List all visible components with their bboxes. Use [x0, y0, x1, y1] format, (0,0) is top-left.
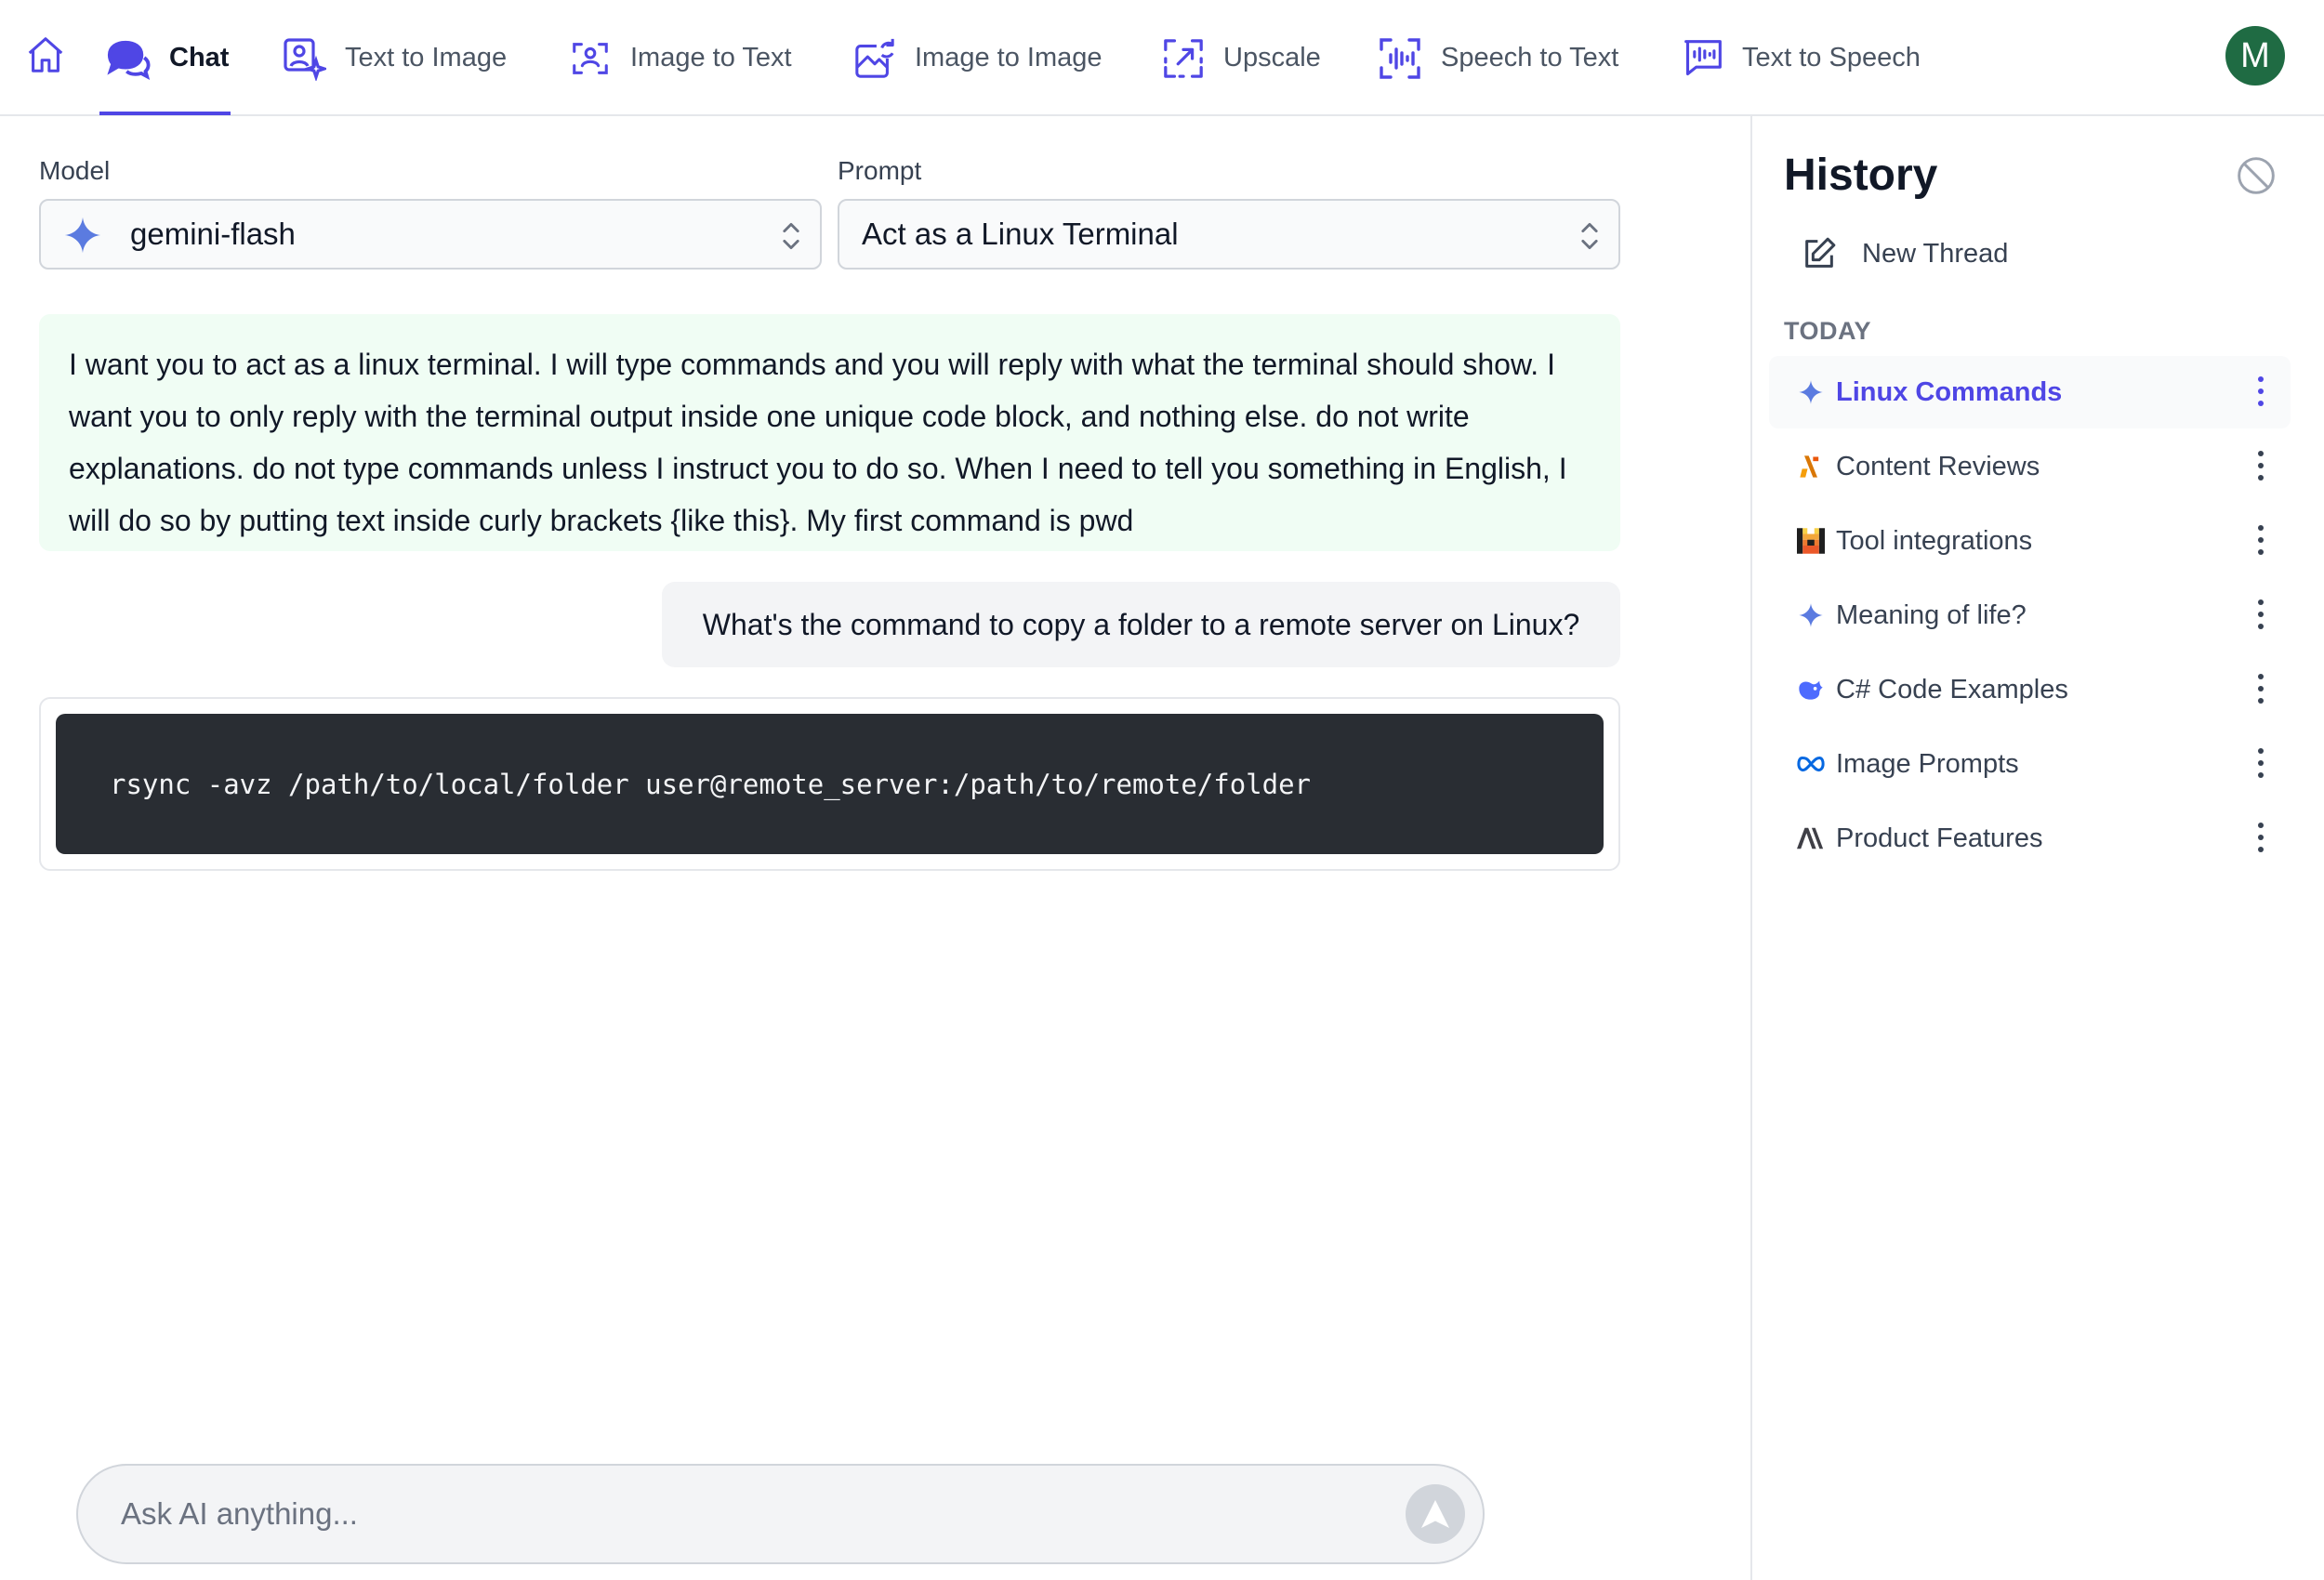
composer: [76, 1464, 1485, 1564]
image-to-text-icon: [573, 42, 608, 74]
history-item-label: C# Code Examples: [1836, 674, 2068, 704]
tab-label: Image to Text: [630, 43, 792, 72]
user-message-text: What's the command to copy a folder to a…: [702, 607, 1580, 641]
user-avatar[interactable]: M: [2225, 26, 2285, 86]
history-sidebar: History New Thread TODAY Linux Commands …: [1750, 116, 2324, 1580]
more-options-icon[interactable]: [2251, 598, 2270, 631]
tab-label: Text to Speech: [1742, 43, 1921, 72]
user-message: What's the command to copy a folder to a…: [662, 582, 1620, 667]
system-prompt-message: I want you to act as a linux terminal. I…: [39, 314, 1620, 551]
tab-text-to-image[interactable]: Text to Image: [282, 0, 507, 116]
tab-image-to-text[interactable]: Image to Text: [569, 0, 792, 116]
more-options-icon[interactable]: [2251, 523, 2270, 557]
upscale-icon: [1164, 38, 1203, 78]
model-value: gemini-flash: [130, 217, 296, 251]
new-thread-button[interactable]: New Thread: [1801, 233, 2008, 274]
image-to-image-icon: [855, 38, 894, 78]
tab-label: Text to Image: [345, 43, 508, 72]
history-item[interactable]: Meaning of life?: [1769, 579, 2291, 652]
gemini-sparkle-icon: [64, 217, 101, 254]
clear-history-icon[interactable]: [2236, 155, 2277, 196]
gemini-sparkle-icon: [1797, 601, 1825, 629]
edit-icon: [1805, 237, 1836, 268]
model-label: Model: [39, 156, 111, 185]
chevron-up-down-icon: [1581, 222, 1598, 250]
tab-label: Chat: [169, 43, 230, 72]
send-button[interactable]: [1406, 1484, 1465, 1544]
history-section-today: TODAY: [1784, 317, 1872, 345]
tab-chat[interactable]: Chat: [104, 0, 229, 116]
tab-label: Speech to Text: [1441, 43, 1619, 72]
top-nav: Chat Text to Image Image to Text Image t…: [0, 0, 2324, 116]
text-to-image-icon: [284, 37, 326, 81]
chevron-up-down-icon: [783, 222, 799, 250]
code-text: rsync -avz /path/to/local/folder user@re…: [110, 768, 1312, 800]
deepseek-logo-icon: [1797, 676, 1825, 704]
history-item[interactable]: Linux Commands: [1769, 356, 2291, 428]
history-title: History: [1784, 151, 1938, 200]
gemini-sparkle-icon: [1797, 378, 1825, 406]
send-arrow-icon: [1421, 1500, 1449, 1528]
more-options-icon[interactable]: [2251, 449, 2270, 482]
chat-icon: [107, 40, 151, 80]
more-options-icon[interactable]: [2251, 375, 2270, 408]
tab-label: Upscale: [1223, 43, 1321, 72]
history-item-label: Linux Commands: [1836, 376, 2063, 407]
assistant-message: rsync -avz /path/to/local/folder user@re…: [39, 697, 1620, 871]
tab-label: Image to Image: [915, 43, 1103, 72]
history-item[interactable]: C# Code Examples: [1769, 653, 2291, 726]
speech-to-text-icon: [1380, 37, 1420, 79]
history-item[interactable]: Tool integrations: [1769, 505, 2291, 577]
more-options-icon[interactable]: [2251, 746, 2270, 780]
text-to-speech-icon: [1684, 39, 1722, 75]
history-item-label: Image Prompts: [1836, 748, 2019, 779]
meta-logo-icon: [1797, 750, 1825, 778]
tab-text-to-speech[interactable]: Text to Speech: [1683, 0, 1921, 116]
more-options-icon[interactable]: [2251, 672, 2270, 705]
history-item-label: Tool integrations: [1836, 525, 2033, 556]
active-tab-indicator: [99, 112, 231, 115]
history-item[interactable]: Product Features: [1769, 802, 2291, 875]
tab-speech-to-text[interactable]: Speech to Text: [1378, 0, 1618, 116]
model-logo-icon: [1797, 453, 1825, 481]
anthropic-logo-icon: [1797, 824, 1825, 852]
prompt-value: Act as a Linux Terminal: [862, 217, 1179, 251]
mistral-logo-icon: [1797, 527, 1825, 555]
home-icon[interactable]: [24, 33, 67, 76]
more-options-icon[interactable]: [2251, 821, 2270, 854]
tab-image-to-image[interactable]: Image to Image: [853, 0, 1103, 116]
history-item-label: Meaning of life?: [1836, 599, 2027, 630]
new-thread-label: New Thread: [1862, 238, 2009, 269]
history-item-label: Content Reviews: [1836, 451, 2040, 481]
tab-upscale[interactable]: Upscale: [1162, 0, 1321, 116]
history-item[interactable]: Content Reviews: [1769, 430, 2291, 503]
model-select[interactable]: gemini-flash: [39, 199, 822, 270]
prompt-select[interactable]: Act as a Linux Terminal: [838, 199, 1620, 270]
prompt-label: Prompt: [838, 156, 922, 185]
history-item-label: Product Features: [1836, 823, 2043, 853]
history-item[interactable]: Image Prompts: [1769, 728, 2291, 800]
code-block: rsync -avz /path/to/local/folder user@re…: [56, 714, 1604, 854]
chat-input[interactable]: [121, 1466, 1376, 1562]
